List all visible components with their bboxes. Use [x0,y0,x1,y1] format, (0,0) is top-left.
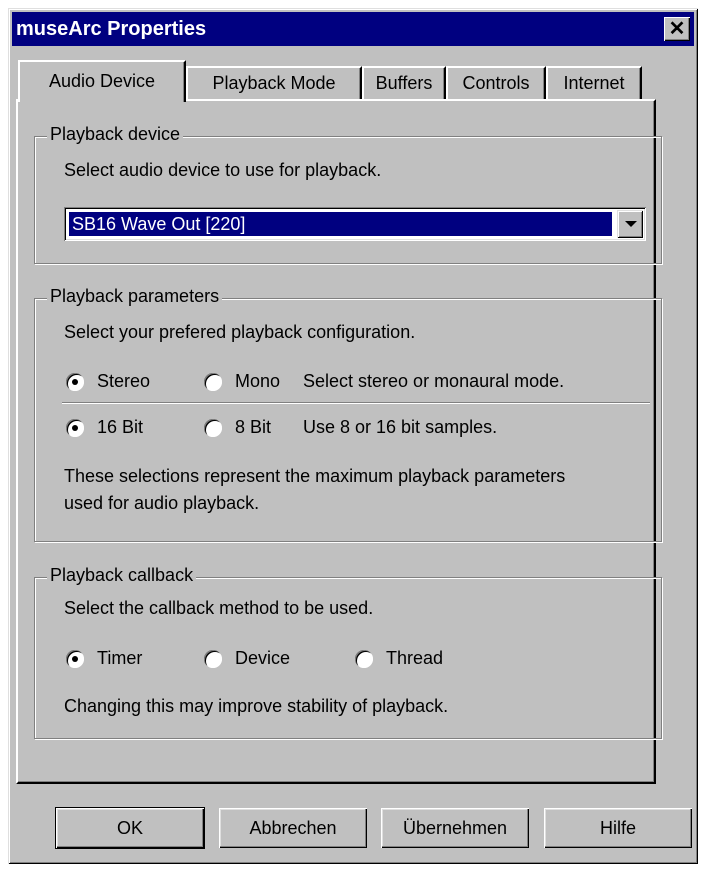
16bit-radio[interactable] [66,419,84,437]
mono-radio[interactable] [204,373,222,391]
tab-audio-device[interactable]: Audio Device [18,60,186,102]
callback-note: Changing this may improve stability of p… [64,696,449,716]
playback-device-group: Playback device [34,124,662,264]
parameters-description: Select your prefered playback configurat… [64,322,416,342]
tab-controls[interactable]: Controls [446,66,546,100]
title-bar[interactable]: museArc Properties ✕ [12,12,694,46]
chevron-down-icon[interactable] [617,210,643,238]
thread-label[interactable]: Thread [386,648,443,669]
ok-button[interactable]: OK [55,807,205,849]
stereo-radio[interactable] [66,373,84,391]
device-radio[interactable] [204,650,222,668]
mode-hint: Select stereo or monaural mode. [303,371,565,391]
selected-device: SB16 Wave Out [220] [68,211,613,237]
parameters-note-line1: These selections represent the maximum p… [64,466,566,486]
apply-button[interactable]: Übernehmen [381,808,529,848]
mono-label[interactable]: Mono [235,371,280,392]
cancel-button[interactable]: Abbrechen [219,808,367,848]
tab-playback-mode[interactable]: Playback Mode [186,66,362,100]
tab-buffers[interactable]: Buffers [362,66,446,100]
divider [62,402,650,404]
thread-radio[interactable] [355,650,373,668]
timer-radio[interactable] [66,650,84,668]
window-title: museArc Properties [16,18,207,40]
group-title: Playback callback [47,565,197,586]
close-icon[interactable]: ✕ [664,17,690,41]
group-title: Playback device [47,124,184,145]
callback-description: Select the callback method to be used. [64,598,374,618]
parameters-note-line2: used for audio playback. [64,493,260,513]
16bit-label[interactable]: 16 Bit [97,417,143,438]
8bit-label[interactable]: 8 Bit [235,417,271,438]
audio-device-select[interactable]: SB16 Wave Out [220] [64,207,646,241]
timer-label[interactable]: Timer [97,648,142,669]
device-description: Select audio device to use for playback. [64,160,382,180]
8bit-radio[interactable] [204,419,222,437]
group-title: Playback parameters [47,286,223,307]
tab-internet[interactable]: Internet [546,66,642,100]
help-button[interactable]: Hilfe [544,808,692,848]
stereo-label[interactable]: Stereo [97,371,150,392]
device-label[interactable]: Device [235,648,290,669]
bits-hint: Use 8 or 16 bit samples. [303,417,498,437]
